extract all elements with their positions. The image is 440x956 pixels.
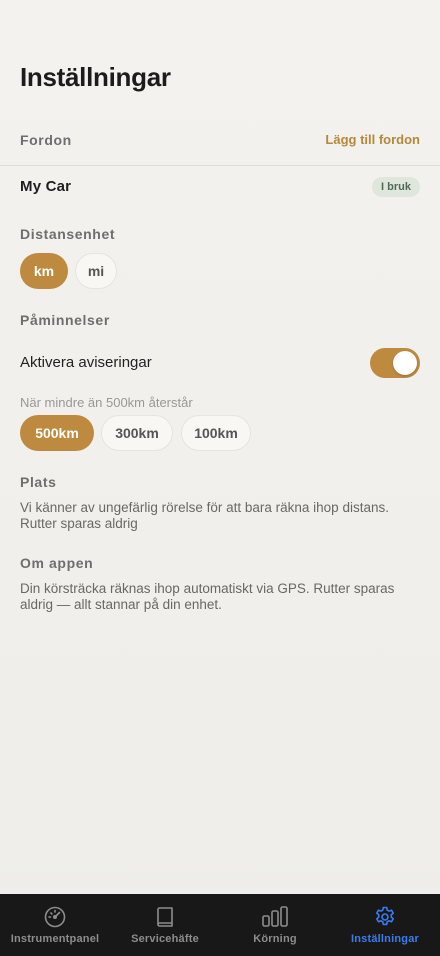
threshold-hint: När mindre än 500km återstår (20, 395, 193, 410)
tab-servicehafte[interactable]: Servicehäfte (110, 894, 220, 956)
page-title: Inställningar (20, 62, 171, 92)
toggle-knob (393, 351, 417, 375)
tab-label: Servicehäfte (131, 933, 199, 945)
status-badge: I bruk (372, 177, 420, 197)
threshold-500-button[interactable]: 500km (20, 415, 94, 451)
threshold-100-button[interactable]: 100km (181, 415, 251, 451)
tab-installningar[interactable]: Inställningar (330, 894, 440, 956)
threshold-300-button[interactable]: 300km (101, 415, 173, 451)
reminders-heading: Påminnelser (20, 312, 110, 328)
vehicles-heading: Fordon (20, 132, 72, 148)
about-description: Din körsträcka räknas ihop automatiskt v… (20, 581, 395, 612)
tab-korning[interactable]: Körning (220, 894, 330, 956)
tab-label: Instrumentpanel (10, 933, 100, 945)
book-icon (157, 907, 173, 927)
tab-label: Inställningar (351, 933, 419, 945)
notifications-toggle[interactable] (370, 348, 420, 378)
location-description: Vi känner av ungefärlig rörelse för att … (20, 500, 389, 531)
vehicle-name[interactable]: My Car (20, 178, 71, 195)
unit-km-button[interactable]: km (20, 253, 68, 289)
speedometer-icon (44, 906, 66, 928)
about-heading: Om appen (20, 555, 94, 571)
tab-bar: Instrumentpanel Servicehäfte Körning Ins… (0, 894, 440, 956)
bar-chart-icon (262, 906, 288, 927)
gear-icon (376, 906, 394, 926)
add-vehicle-link[interactable]: Lägg till fordon (325, 132, 420, 147)
tab-instrumentpanel[interactable]: Instrumentpanel (0, 894, 110, 956)
unit-mi-button[interactable]: mi (75, 253, 117, 289)
distance-unit-heading: Distansenhet (20, 226, 116, 242)
location-heading: Plats (20, 474, 57, 490)
section-divider (0, 165, 440, 166)
tab-label: Körning (253, 933, 297, 945)
notifications-toggle-label: Aktivera aviseringar (20, 354, 152, 371)
